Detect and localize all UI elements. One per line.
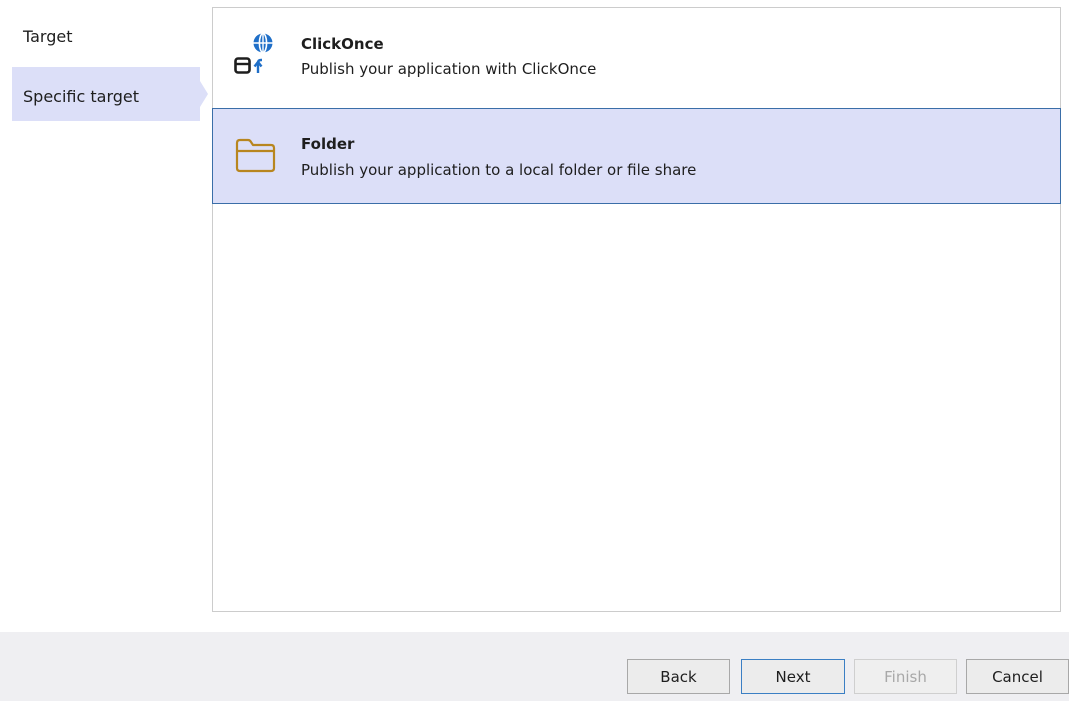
option-title: Folder	[301, 135, 355, 153]
option-clickonce[interactable]: ClickOnce Publish your application with …	[213, 8, 1060, 104]
nav-item-label: Specific target	[23, 87, 140, 106]
selected-step-pointer	[200, 81, 208, 107]
clickonce-globe-upload-icon	[233, 32, 273, 76]
back-button[interactable]: Back	[627, 659, 730, 694]
option-description: Publish your application to a local fold…	[301, 161, 697, 179]
finish-button[interactable]: Finish	[854, 659, 957, 694]
folder-icon	[233, 133, 276, 177]
next-button[interactable]: Next	[741, 659, 845, 694]
nav-item-specific-target[interactable]: Specific target	[12, 67, 200, 121]
option-title: ClickOnce	[301, 35, 384, 53]
wizard-footer: Back Next Finish Cancel	[0, 632, 1069, 701]
nav-item-label: Target	[23, 27, 73, 46]
cancel-button[interactable]: Cancel	[966, 659, 1069, 694]
option-description: Publish your application with ClickOnce	[301, 60, 597, 78]
nav-item-target[interactable]: Target	[12, 12, 200, 66]
option-folder[interactable]: Folder Publish your application to a loc…	[212, 108, 1061, 204]
publish-target-list: ClickOnce Publish your application with …	[212, 7, 1061, 612]
